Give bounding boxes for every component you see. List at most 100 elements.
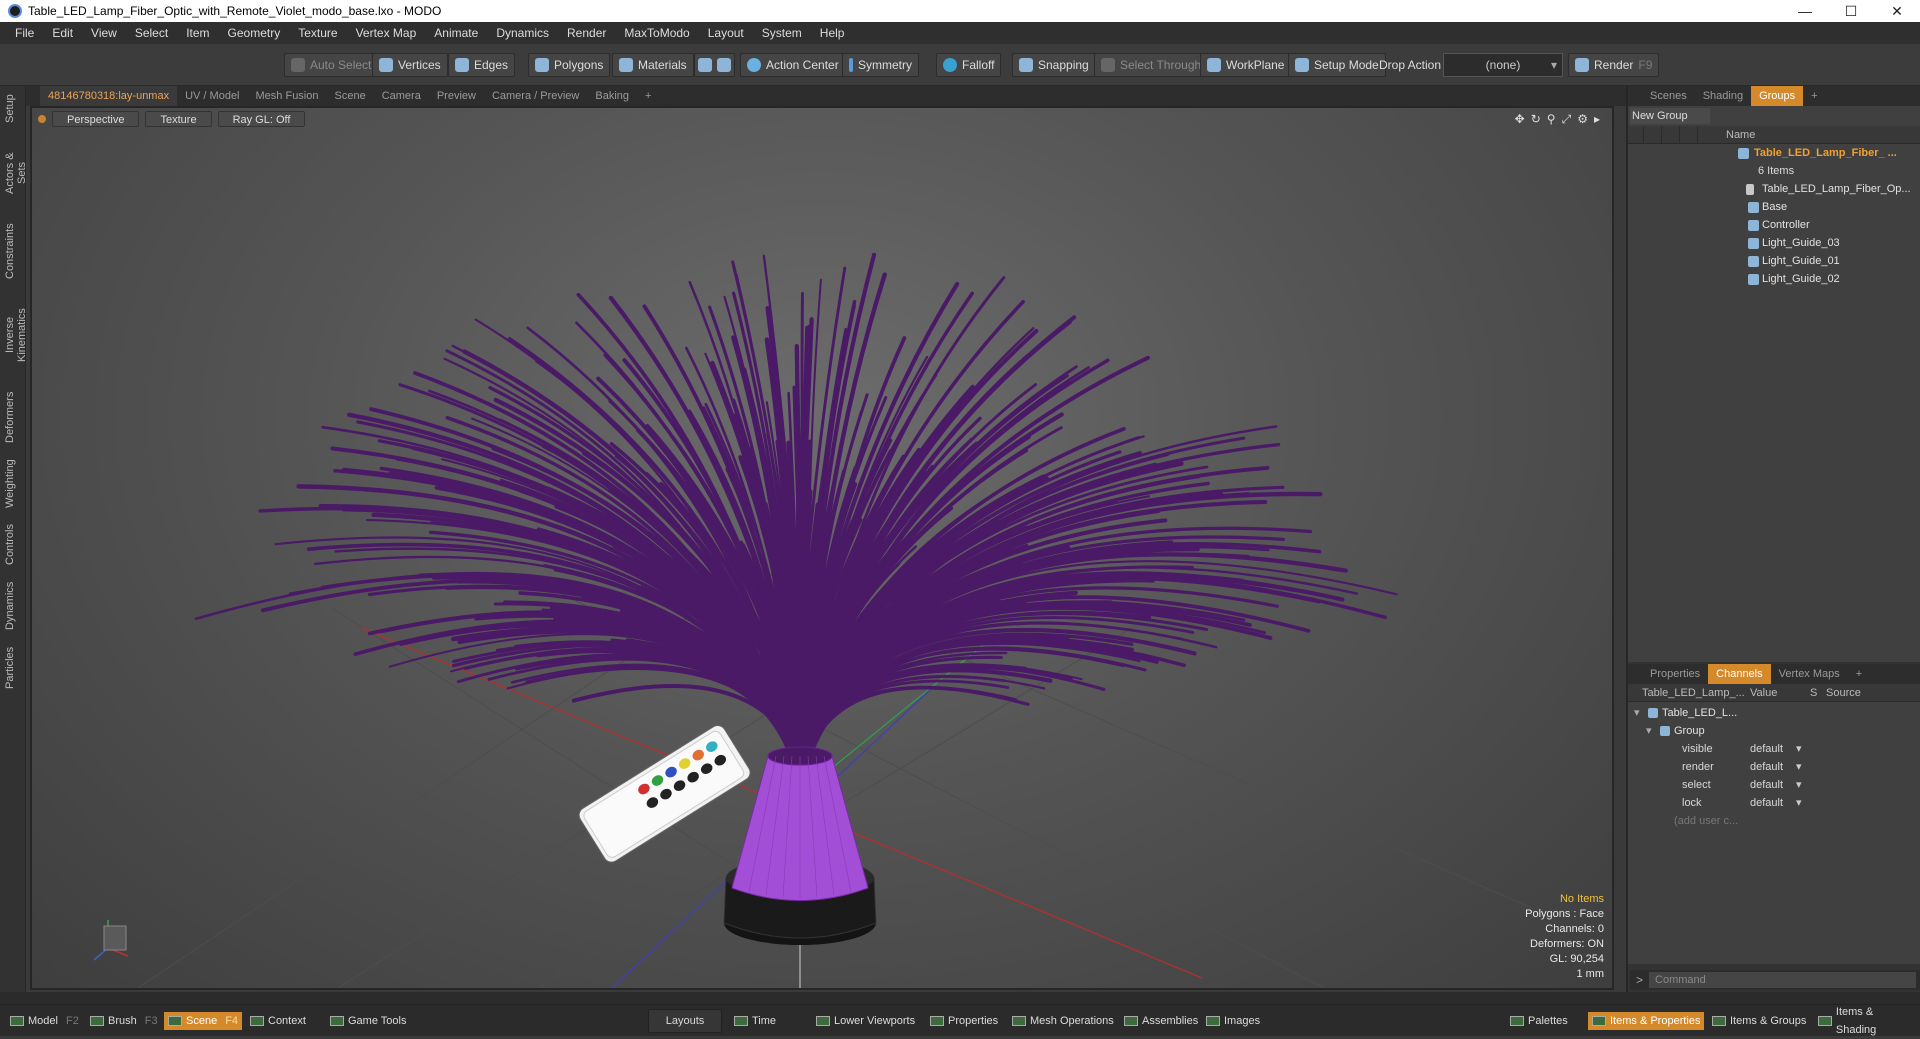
maximize-button[interactable]: ☐	[1828, 0, 1874, 22]
tab-baking[interactable]: Baking	[587, 86, 637, 106]
menu-geometry[interactable]: Geometry	[219, 26, 290, 40]
tab-preview[interactable]: Preview	[429, 86, 484, 106]
tab-layout-unmax[interactable]: 48146780318:lay-unmax	[40, 86, 178, 106]
render-button[interactable]: Render F9	[1568, 53, 1660, 77]
menu-vertex-map[interactable]: Vertex Map	[347, 26, 426, 40]
tab-particles[interactable]: Particles	[4, 642, 22, 694]
3d-viewport[interactable]: Perspective Texture Ray GL: Off ✥ ↻ ⚲ ⤢ …	[30, 106, 1614, 990]
tab-inverse-kinematics[interactable]: Inverse Kinematics	[4, 290, 28, 380]
items-groups-button[interactable]: Items & Groups	[1708, 1012, 1810, 1030]
render-column-icon[interactable]	[1646, 126, 1662, 143]
expand-triangle-icon[interactable]: ▾	[1646, 722, 1652, 740]
channel-item-row[interactable]: ▾ Table_LED_L...	[1628, 704, 1920, 722]
rotate-icon[interactable]: ↻	[1531, 112, 1541, 127]
items-properties-button[interactable]: Items & Properties	[1588, 1012, 1705, 1030]
tab-groups[interactable]: Groups	[1751, 86, 1804, 106]
menu-render[interactable]: Render	[558, 26, 615, 40]
tab-scene[interactable]: Scene	[327, 86, 374, 106]
group-child-row[interactable]: Base	[1628, 198, 1920, 216]
group-child-row[interactable]: Light_Guide_03	[1628, 234, 1920, 252]
menu-edit[interactable]: Edit	[43, 26, 82, 40]
tab-channels[interactable]: Channels	[1708, 664, 1771, 684]
minimize-button[interactable]: —	[1782, 0, 1828, 22]
dropdown-arrow-icon[interactable]: ▾	[1796, 758, 1802, 776]
channel-row-select[interactable]: select default ▾	[1628, 776, 1920, 794]
tab-camera-preview[interactable]: Camera / Preview	[484, 86, 587, 106]
menu-texture[interactable]: Texture	[289, 26, 346, 40]
context-layout-button[interactable]: Context	[246, 1012, 310, 1030]
dropdown-arrow-icon[interactable]: ▾	[1796, 794, 1802, 812]
new-group-button[interactable]: New Group	[1630, 108, 1710, 124]
raygl-toggle[interactable]: Ray GL: Off	[217, 111, 306, 127]
layouts-button[interactable]: Layouts	[648, 1009, 722, 1033]
images-button[interactable]: Images	[1202, 1012, 1264, 1030]
group-child-row[interactable]: Controller	[1628, 216, 1920, 234]
auto-select-button[interactable]: Auto Select	[284, 53, 379, 77]
add-user-channel-row[interactable]: (add user c...	[1628, 812, 1920, 830]
game-tools-layout-button[interactable]: Game Tools	[326, 1012, 411, 1030]
tab-actors-sets[interactable]: Actors & Sets	[4, 140, 28, 206]
select-through-button[interactable]: Select Through	[1094, 53, 1209, 77]
dropdown-arrow-icon[interactable]: ▾	[1796, 776, 1802, 794]
properties-button[interactable]: Properties	[926, 1012, 1002, 1030]
command-input[interactable]: Command	[1649, 972, 1916, 988]
group-child-row[interactable]: Table_LED_Lamp_Fiber_Op...	[1628, 180, 1920, 198]
workplane-button[interactable]: WorkPlane	[1200, 53, 1292, 77]
add-panel-tab-button[interactable]: +	[1803, 86, 1825, 106]
menu-system[interactable]: System	[753, 26, 811, 40]
channel-row-render[interactable]: render default ▾	[1628, 758, 1920, 776]
settings-icon[interactable]: ⚙	[1577, 112, 1588, 127]
shading-mode-select[interactable]: Texture	[145, 111, 212, 127]
time-button[interactable]: Time	[730, 1012, 780, 1030]
item-mode-button[interactable]	[694, 53, 735, 77]
tab-properties[interactable]: Properties	[1642, 664, 1708, 684]
tab-mesh-fusion[interactable]: Mesh Fusion	[248, 86, 327, 106]
symmetry-button[interactable]: Symmetry	[842, 53, 919, 77]
assemblies-button[interactable]: Assemblies	[1120, 1012, 1202, 1030]
tab-controls[interactable]: Controls	[4, 520, 22, 570]
items-shading-button[interactable]: Items & Shading	[1814, 1006, 1920, 1036]
lower-viewports-button[interactable]: Lower Viewports	[812, 1012, 919, 1030]
model-layout-button[interactable]: Model F2	[6, 1012, 83, 1030]
channel-row-visible[interactable]: visible default ▾	[1628, 740, 1920, 758]
tab-shading[interactable]: Shading	[1695, 86, 1751, 106]
dropdown-arrow-icon[interactable]: ▾	[1796, 740, 1802, 758]
scene-layout-button[interactable]: Scene F4	[164, 1012, 243, 1030]
visibility-column-icon[interactable]	[1628, 126, 1644, 143]
tab-constraints[interactable]: Constraints	[4, 220, 22, 282]
tab-setup[interactable]: Setup	[4, 90, 22, 128]
menu-item[interactable]: Item	[177, 26, 218, 40]
menu-layout[interactable]: Layout	[699, 26, 753, 40]
menu-dynamics[interactable]: Dynamics	[487, 26, 558, 40]
view-type-select[interactable]: Perspective	[52, 111, 140, 127]
polygons-button[interactable]: Polygons	[528, 53, 611, 77]
tab-camera[interactable]: Camera	[374, 86, 429, 106]
setup-mode-button[interactable]: Setup Mode	[1288, 53, 1386, 77]
tab-vertex-maps[interactable]: Vertex Maps	[1771, 664, 1848, 684]
falloff-button[interactable]: Falloff	[936, 53, 1002, 77]
menu-view[interactable]: View	[82, 26, 126, 40]
action-center-button[interactable]: Action Center	[740, 53, 846, 77]
viewport-options-dot[interactable]	[38, 115, 46, 123]
fit-icon[interactable]: ⤢	[1562, 112, 1572, 127]
menu-animate[interactable]: Animate	[425, 26, 487, 40]
tab-scenes[interactable]: Scenes	[1642, 86, 1695, 106]
menu-file[interactable]: File	[6, 26, 43, 40]
select-column-icon[interactable]	[1682, 126, 1698, 143]
expand-triangle-icon[interactable]: ▾	[1634, 704, 1640, 722]
add-tab-button[interactable]: +	[637, 86, 659, 106]
zoom-icon[interactable]: ⚲	[1547, 112, 1556, 127]
vertices-button[interactable]: Vertices	[372, 53, 448, 77]
tab-uv-model[interactable]: UV / Model	[177, 86, 247, 106]
materials-button[interactable]: Materials	[612, 53, 694, 77]
menu-help[interactable]: Help	[811, 26, 854, 40]
group-root-row[interactable]: Table_LED_Lamp_Fiber_ ...	[1628, 144, 1920, 162]
drop-action-select[interactable]: (none)	[1443, 53, 1563, 77]
close-button[interactable]: ✕	[1874, 0, 1920, 22]
brush-layout-button[interactable]: Brush F3	[86, 1012, 162, 1030]
expand-arrow-icon[interactable]: ▸	[1594, 112, 1600, 127]
tab-deformers[interactable]: Deformers	[4, 388, 22, 446]
tab-weighting[interactable]: Weighting	[4, 456, 22, 512]
group-child-row[interactable]: Light_Guide_02	[1628, 270, 1920, 288]
pan-icon[interactable]: ✥	[1515, 112, 1525, 127]
